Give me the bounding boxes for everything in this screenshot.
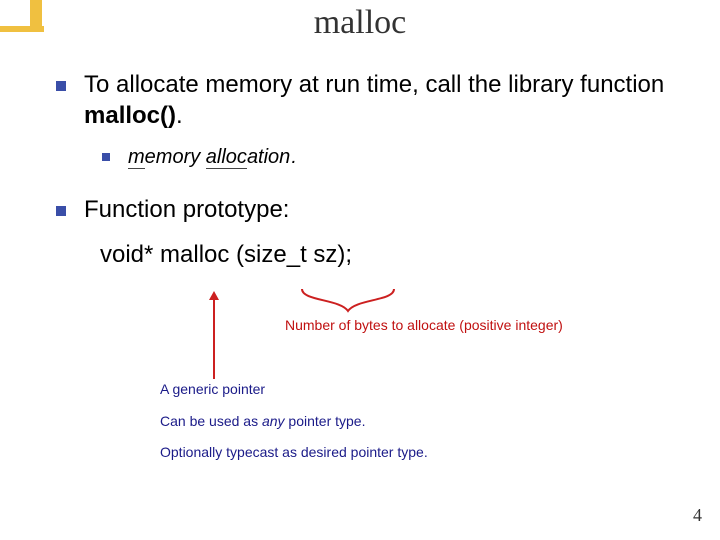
note-any-post: pointer type. bbox=[285, 413, 366, 429]
sub-m: m bbox=[128, 146, 145, 169]
bullet-icon bbox=[56, 81, 66, 91]
sub-emory: emory bbox=[145, 146, 206, 168]
sub-bullet-1-text: memory allocation. bbox=[128, 145, 297, 171]
bullet-1: To allocate memory at run time, call the… bbox=[56, 70, 690, 131]
bullet-1-bold: malloc() bbox=[84, 102, 176, 129]
bullet-2: Function prototype: bbox=[56, 195, 690, 226]
prototype-code: void* malloc (size_t sz); bbox=[100, 240, 690, 271]
page-number: 4 bbox=[693, 505, 702, 526]
note-generic-pointer: A generic pointer bbox=[160, 380, 428, 400]
sub-ation: ation bbox=[247, 146, 290, 168]
bullet-1-post: . bbox=[176, 102, 183, 129]
pointer-notes: A generic pointer Can be used as any poi… bbox=[160, 380, 428, 475]
note-number-bytes: Number of bytes to allocate (positive in… bbox=[285, 317, 563, 333]
sub-period: . bbox=[291, 146, 297, 168]
sub-bullet-1: memory allocation. bbox=[102, 145, 690, 171]
sub-alloc: alloc bbox=[206, 146, 247, 169]
bullet-1-text: To allocate memory at run time, call the… bbox=[84, 70, 690, 131]
brace-annotation bbox=[300, 287, 396, 315]
bullet-1-pre: To allocate memory at run time, call the… bbox=[84, 71, 664, 98]
bullet-icon bbox=[102, 153, 110, 161]
slide-title: malloc bbox=[0, 4, 720, 42]
bullet-2-text: Function prototype: bbox=[84, 195, 289, 226]
bullet-icon bbox=[56, 206, 66, 216]
slide: malloc To allocate memory at run time, c… bbox=[0, 0, 720, 540]
note-any-em: any bbox=[262, 413, 285, 429]
slide-content: To allocate memory at run time, call the… bbox=[56, 70, 690, 270]
note-any-type: Can be used as any pointer type. bbox=[160, 412, 428, 432]
note-any-pre: Can be used as bbox=[160, 413, 262, 429]
arrow-annotation bbox=[213, 293, 215, 379]
note-typecast: Optionally typecast as desired pointer t… bbox=[160, 443, 428, 463]
